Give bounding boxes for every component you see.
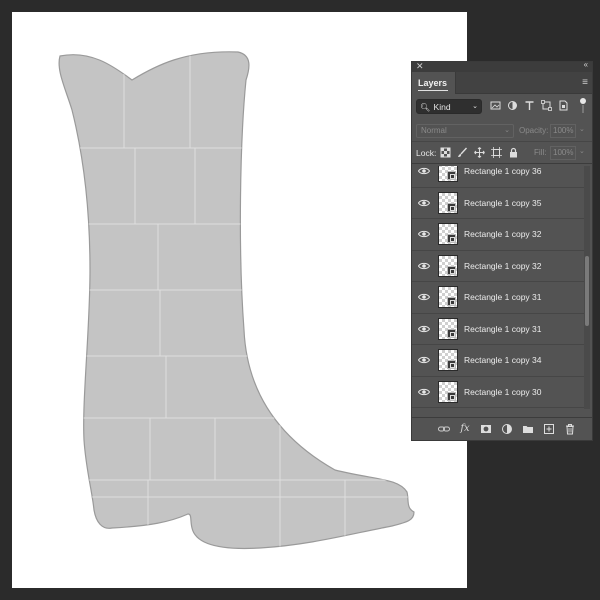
fill-input[interactable]: 100% [550,146,576,160]
layer-name[interactable]: Rectangle 1 copy 35 [464,198,542,208]
layer-thumbnail[interactable] [438,349,458,371]
layer-thumbnail[interactable] [438,380,458,403]
chevron-down-icon: ⌄ [504,127,510,134]
filter-toggle-track [582,105,584,113]
tab-layers[interactable]: Layers [412,72,456,94]
layer-thumbnail[interactable] [438,223,458,245]
panel-title-bar[interactable]: ✕ ‹‹ [412,62,592,72]
new-layer-icon[interactable] [543,423,555,435]
filter-kind-select[interactable]: 🔍︎ Kind ⌄ [416,99,482,114]
filter-icon-group [490,100,569,111]
smart-object-badge-icon [447,202,456,212]
layer-row[interactable]: Rectangle 1 copy 36 [412,166,584,188]
eye-icon[interactable] [417,355,431,365]
filter-kind-label: Kind [433,102,451,112]
fill-label: Fill: [534,148,547,157]
eye-icon[interactable] [417,166,431,176]
adjustment-filter-icon[interactable] [507,100,518,111]
eye-icon[interactable] [417,292,431,302]
eye-icon[interactable] [417,261,431,271]
link-icon[interactable] [438,423,450,435]
panel-footer: fx [412,417,592,440]
lock-image-pixels-icon[interactable] [457,147,468,158]
lock-label: Lock: [416,148,437,158]
opacity-chevron-icon[interactable]: ⌄ [579,125,585,133]
layers-panel: ✕ ‹‹ Layers ≡ 🔍︎ Kind ⌄ Normal ⌄ Opacity… [411,61,593,441]
layer-row[interactable]: Rectangle 1 copy 33 [412,408,584,409]
blend-row: Normal ⌄ Opacity: 100% ⌄ [412,120,592,142]
layer-row[interactable]: Rectangle 1 copy 32 [412,219,584,251]
lock-icon-group [440,147,519,158]
smart-object-badge-icon [447,391,456,401]
layer-thumbnail[interactable] [438,254,458,277]
layer-row[interactable]: Rectangle 1 copy 32 [412,251,584,282]
type-filter-icon[interactable] [524,100,535,111]
scrollbar-thumb[interactable] [585,256,589,326]
fx-icon[interactable]: fx [459,423,471,435]
filter-row: 🔍︎ Kind ⌄ [412,94,592,120]
trash-icon[interactable] [564,423,576,435]
layers-scrollbar[interactable] [584,166,590,409]
panel-menu-icon[interactable]: ≡ [582,77,588,88]
layer-name[interactable]: Rectangle 1 copy 32 [464,261,542,271]
blend-mode-select[interactable]: Normal ⌄ [416,124,514,138]
blend-mode-value: Normal [421,126,447,135]
opacity-input[interactable]: 100% [550,124,576,138]
smart-object-badge-icon [447,265,456,275]
mask-icon[interactable] [480,423,492,435]
lock-artboard-icon[interactable] [491,147,502,158]
eye-icon[interactable] [417,198,431,208]
smart-object-badge-icon [447,234,456,243]
lock-transparent-pixels-icon[interactable] [440,147,451,158]
layer-row[interactable]: Rectangle 1 copy 31 [412,282,584,314]
layer-row[interactable]: Rectangle 1 copy 35 [412,188,584,219]
smart-object-badge-icon [447,360,456,369]
layer-thumbnail[interactable] [438,286,458,308]
panel-tab-bar: Layers ≡ [412,72,592,94]
search-icon: 🔍︎ [420,103,431,112]
smart-object-badge-icon [447,328,456,338]
lock-row: Lock: Fill: 100% ⌄ [412,142,592,164]
shape-filter-icon[interactable] [541,100,552,111]
chevron-down-icon: ⌄ [472,103,478,110]
tab-underline [418,90,448,91]
eye-icon[interactable] [417,324,431,334]
layer-thumbnail[interactable] [438,191,458,214]
layer-name[interactable]: Rectangle 1 copy 31 [464,324,542,334]
layer-row[interactable]: Rectangle 1 copy 30 [412,377,584,408]
layer-thumbnail[interactable] [438,166,458,182]
layer-name[interactable]: Rectangle 1 copy 34 [464,355,542,365]
smart-object-filter-icon[interactable] [558,100,569,111]
smart-object-badge-icon [447,297,456,306]
layers-list-inner: Rectangle 1 copy 36 Rectangle 1 copy 35 Re… [412,166,584,409]
footer-icon-group: fx [438,423,576,435]
fill-chevron-icon[interactable]: ⌄ [579,147,585,155]
layer-thumbnail[interactable] [438,317,458,340]
folder-icon[interactable] [522,423,534,435]
layer-row[interactable]: Rectangle 1 copy 34 [412,345,584,377]
filter-toggle-knob [580,98,586,104]
layer-name[interactable]: Rectangle 1 copy 32 [464,229,542,239]
layer-name[interactable]: Rectangle 1 copy 30 [464,387,542,397]
layer-name[interactable]: Rectangle 1 copy 36 [464,166,542,176]
adjustment-layer-icon[interactable] [501,423,513,435]
smart-object-badge-icon [447,171,456,180]
lock-all-icon[interactable] [508,147,519,158]
eye-icon[interactable] [417,229,431,239]
opacity-label: Opacity: [519,126,549,135]
filter-toggle[interactable] [580,98,587,114]
collapse-icon[interactable]: ‹‹ [584,62,588,69]
lock-position-icon[interactable] [474,147,485,158]
close-icon[interactable]: ✕ [416,62,424,72]
layer-row[interactable]: Rectangle 1 copy 31 [412,314,584,345]
eye-icon[interactable] [417,387,431,397]
layers-list: Rectangle 1 copy 36 Rectangle 1 copy 35 Re… [412,166,584,409]
image-filter-icon[interactable] [490,100,501,111]
layer-name[interactable]: Rectangle 1 copy 31 [464,292,542,302]
tab-layers-label: Layers [418,78,448,88]
